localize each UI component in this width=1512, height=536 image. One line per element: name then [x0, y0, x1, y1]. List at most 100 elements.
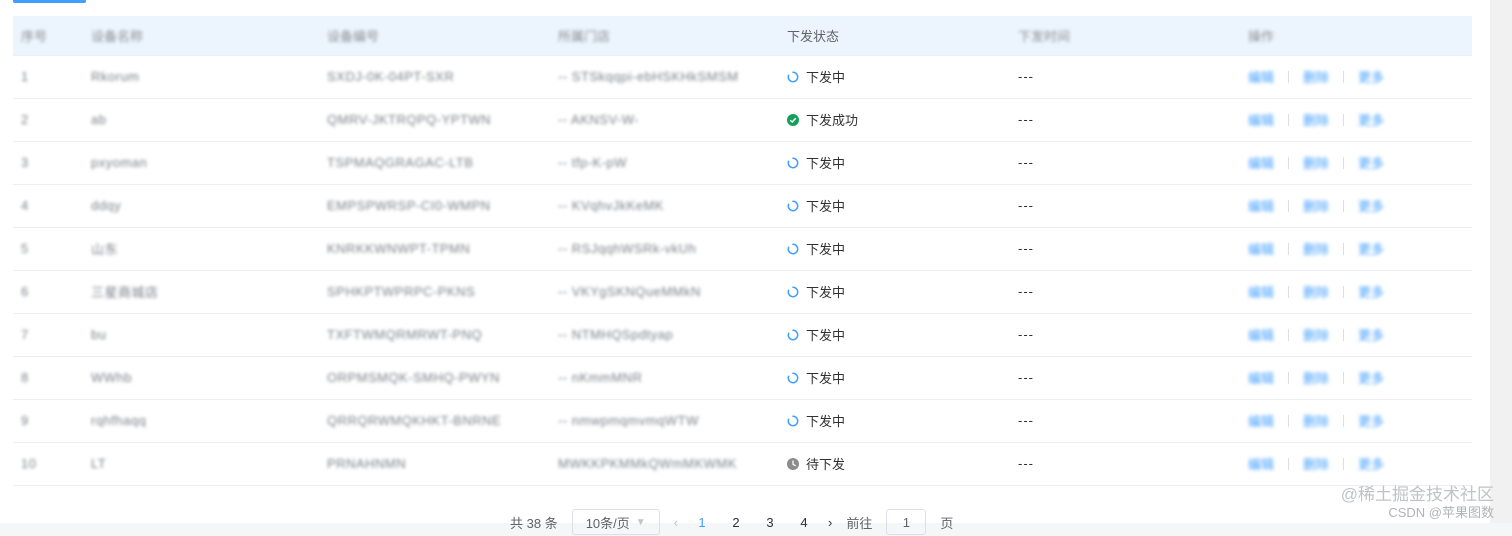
more-link[interactable]: 更多: [1358, 110, 1384, 129]
header-cell: 下发时间: [1010, 16, 1240, 56]
page-number[interactable]: 1: [692, 515, 712, 530]
cell-device-name: LT: [83, 442, 319, 486]
edit-link[interactable]: 编辑: [1248, 67, 1274, 86]
cell-actions: 编辑 删除 更多: [1240, 141, 1472, 185]
more-link[interactable]: 更多: [1358, 153, 1384, 172]
loading-icon: [787, 415, 799, 427]
cell-status: 下发中: [779, 141, 1010, 185]
cell-status: 下发中: [779, 399, 1010, 443]
status-badge: 下发中: [787, 325, 1002, 344]
cell-actions: 编辑 删除 更多: [1240, 55, 1472, 99]
status-badge: 下发中: [787, 239, 1002, 258]
status-badge: 下发中: [787, 411, 1002, 430]
cell-actions: 编辑 删除 更多: [1240, 356, 1472, 400]
cell-time: ---: [1010, 141, 1240, 185]
cell-time: ---: [1010, 270, 1240, 314]
status-text: 下发中: [806, 156, 846, 171]
edit-link[interactable]: 编辑: [1248, 153, 1274, 172]
divider: [1343, 414, 1345, 427]
more-link[interactable]: 更多: [1358, 368, 1384, 387]
next-page-icon[interactable]: ›: [828, 515, 832, 530]
divider: [1288, 113, 1290, 126]
status-text: 下发中: [806, 285, 846, 300]
page-number[interactable]: 4: [794, 515, 814, 530]
header-cell: 序号: [13, 16, 83, 56]
cell-index: 9: [13, 399, 83, 443]
cell-device-name: ab: [83, 98, 319, 142]
delete-link[interactable]: 删除: [1303, 368, 1329, 387]
loading-icon: [787, 200, 799, 212]
delete-link[interactable]: 删除: [1303, 325, 1329, 344]
cell-device-code: SPHKPTWPRPC-PKNS: [319, 270, 550, 314]
cell-store: -- RSJqqhWSRk-vkUh: [550, 227, 779, 271]
more-link[interactable]: 更多: [1358, 411, 1384, 430]
table-row: 10 LT PRNAHNMN MWKKPKMMkQWmMKWMK 待下发 --- 编辑 删除 更…: [13, 442, 1472, 486]
delete-link[interactable]: 删除: [1303, 239, 1329, 258]
status-badge: 下发中: [787, 153, 1002, 172]
divider: [1343, 199, 1345, 212]
cell-device-code: ORPMSMQK-SMHQ-PWYN: [319, 356, 550, 400]
page-number[interactable]: 2: [726, 515, 746, 530]
cell-time: ---: [1010, 356, 1240, 400]
chevron-down-icon: ▼: [635, 516, 646, 528]
edit-link[interactable]: 编辑: [1248, 110, 1274, 129]
page-scrollbar[interactable]: [1490, 0, 1512, 523]
clock-icon: [787, 457, 799, 470]
status-text: 下发中: [806, 371, 846, 386]
more-link[interactable]: 更多: [1358, 239, 1384, 258]
more-link[interactable]: 更多: [1358, 67, 1384, 86]
delete-link[interactable]: 删除: [1303, 110, 1329, 129]
cell-store: -- AKNSV-W-: [550, 98, 779, 142]
cell-index: 8: [13, 356, 83, 400]
edit-link[interactable]: 编辑: [1248, 411, 1274, 430]
loading-icon: [787, 329, 799, 341]
table-row: 3 pxyoman TSPMAQGRAGAC-LTB -- tfp-K-pW 下发中 --…: [13, 141, 1472, 185]
top-accent-bar: [13, 0, 86, 3]
header-cell: 操作: [1240, 16, 1472, 56]
table-row: 4 ddqy EMPSPWRSP-CI0-WMPN -- KVqhvJkKeMK 下发中…: [13, 184, 1472, 228]
delete-link[interactable]: 删除: [1303, 67, 1329, 86]
divider: [1343, 113, 1345, 126]
edit-link[interactable]: 编辑: [1248, 368, 1274, 387]
divider: [1288, 285, 1290, 298]
divider: [1343, 328, 1345, 341]
delete-link[interactable]: 删除: [1303, 282, 1329, 301]
more-link[interactable]: 更多: [1358, 196, 1384, 215]
divider: [1288, 70, 1290, 83]
table-row: 7 bu TXFTWMQRMRWT-PNQ -- NTMHQSpdtyap 下发中 ---…: [13, 313, 1472, 357]
cell-index: 7: [13, 313, 83, 357]
page-size-value: 10条/页: [585, 515, 630, 531]
delete-link[interactable]: 删除: [1303, 196, 1329, 215]
status-text: 下发成功: [806, 113, 859, 128]
edit-link[interactable]: 编辑: [1248, 454, 1274, 473]
page-size-select[interactable]: 10条/页 ▼: [571, 509, 660, 535]
cell-status: 下发中: [779, 270, 1010, 314]
cell-store: -- nKmmMNR: [550, 356, 779, 400]
more-link[interactable]: 更多: [1358, 325, 1384, 344]
edit-link[interactable]: 编辑: [1248, 196, 1274, 215]
delete-link[interactable]: 删除: [1303, 153, 1329, 172]
cell-device-code: QRRQRWMQKHKT-BNRNE: [319, 399, 550, 443]
cell-time: ---: [1010, 399, 1240, 443]
delete-link[interactable]: 删除: [1303, 454, 1329, 473]
cell-status: 下发中: [779, 227, 1010, 271]
delete-link[interactable]: 删除: [1303, 411, 1329, 430]
page-number[interactable]: 3: [760, 515, 780, 530]
cell-store: -- NTMHQSpdtyap: [550, 313, 779, 357]
divider: [1288, 242, 1290, 255]
edit-link[interactable]: 编辑: [1248, 325, 1274, 344]
table-row: 8 WWhb ORPMSMQK-SMHQ-PWYN -- nKmmMNR 下发中 --- 编…: [13, 356, 1472, 400]
more-link[interactable]: 更多: [1358, 282, 1384, 301]
cell-store: -- KVqhvJkKeMK: [550, 184, 779, 228]
status-text: 下发中: [806, 242, 846, 257]
table-row: 9 rqhfhaqq QRRQRWMQKHKT-BNRNE -- nmwpmqmvmq…: [13, 399, 1472, 443]
edit-link[interactable]: 编辑: [1248, 239, 1274, 258]
divider: [1343, 70, 1345, 83]
status-text: 下发中: [806, 70, 846, 85]
goto-page-input[interactable]: 1: [886, 509, 927, 535]
prev-page-icon[interactable]: ‹: [674, 515, 678, 530]
divider: [1288, 371, 1290, 384]
edit-link[interactable]: 编辑: [1248, 282, 1274, 301]
more-link[interactable]: 更多: [1358, 454, 1384, 473]
cell-status: 待下发: [779, 442, 1010, 486]
